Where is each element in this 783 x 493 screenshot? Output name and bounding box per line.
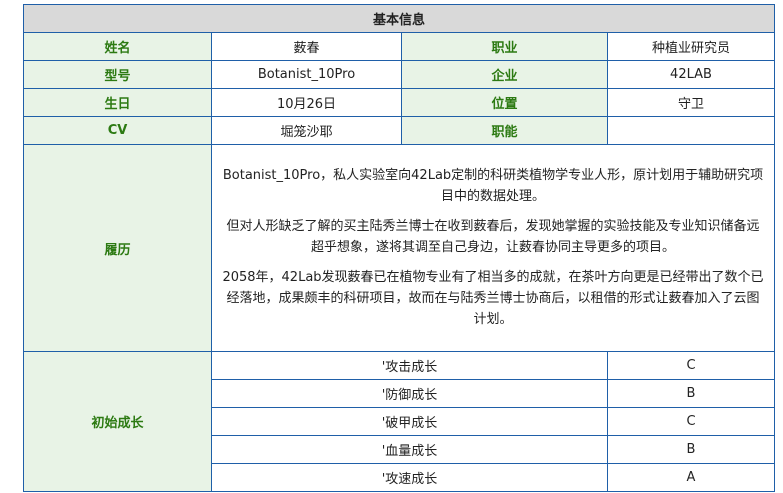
- label-resume: 履历: [23, 144, 212, 352]
- growth-name: '破甲成长: [211, 407, 608, 436]
- value-function: [606, 116, 776, 145]
- table-title: 基本信息: [22, 4, 776, 33]
- growth-name: '攻速成长: [211, 463, 608, 492]
- row-model: 型号 Botanist_10Pro 企业 42LAB: [23, 60, 776, 89]
- growth-grade: C: [606, 351, 776, 380]
- value-position: 守卫: [606, 88, 776, 117]
- growth-name: '防御成长: [211, 379, 608, 408]
- row-name: 姓名 薮春 职业 种植业研究员: [23, 32, 776, 61]
- label-position: 位置: [401, 88, 608, 117]
- info-sheet: 基本信息 姓名 薮春 职业 种植业研究员 型号 Botanist_10Pro 企…: [22, 4, 776, 493]
- growth-grade: A: [606, 463, 776, 492]
- value-occupation: 种植业研究员: [606, 32, 776, 61]
- label-name: 姓名: [23, 32, 212, 61]
- growth-name: '血量成长: [211, 435, 608, 464]
- label-growth: 初始成长: [23, 351, 212, 492]
- info-table: 基本信息 姓名 薮春 职业 种植业研究员 型号 Botanist_10Pro 企…: [22, 4, 776, 492]
- row-cv: CV 堀笼沙耶 职能: [23, 116, 776, 145]
- label-function: 职能: [401, 116, 608, 145]
- label-occupation: 职业: [401, 32, 608, 61]
- row-birthday: 生日 10月26日 位置 守卫: [23, 88, 776, 117]
- value-birthday: 10月26日: [211, 88, 402, 117]
- value-model: Botanist_10Pro: [211, 60, 402, 89]
- label-company: 企业: [401, 60, 608, 89]
- resume-paragraph: 但对人形缺乏了解的买主陆秀兰博士在收到薮春后，发现她掌握的实验技能及专业知识储备…: [226, 218, 760, 255]
- growth-row: 初始成长 '攻击成长 C: [23, 351, 776, 492]
- label-model: 型号: [23, 60, 212, 89]
- value-cv: 堀笼沙耶: [211, 116, 402, 145]
- growth-name: '攻击成长: [211, 351, 608, 380]
- growth-grade: B: [606, 435, 776, 464]
- growth-grade: C: [606, 407, 776, 436]
- value-name: 薮春: [211, 32, 402, 61]
- resume-paragraph: 2058年，42Lab发现薮春已在植物专业有了相当多的成就，在茶叶方向更是已经带…: [222, 269, 764, 327]
- resume-paragraph: Botanist_10Pro，私人实验室向42Lab定制的科研类植物学专业人形，…: [222, 167, 764, 204]
- row-resume: 履历 Botanist_10Pro，私人实验室向42Lab定制的科研类植物学专业…: [23, 144, 776, 352]
- label-cv: CV: [23, 116, 212, 145]
- label-birthday: 生日: [23, 88, 212, 117]
- growth-grade: B: [606, 379, 776, 408]
- value-company: 42LAB: [606, 60, 776, 89]
- resume-text: Botanist_10Pro，私人实验室向42Lab定制的科研类植物学专业人形，…: [210, 144, 776, 352]
